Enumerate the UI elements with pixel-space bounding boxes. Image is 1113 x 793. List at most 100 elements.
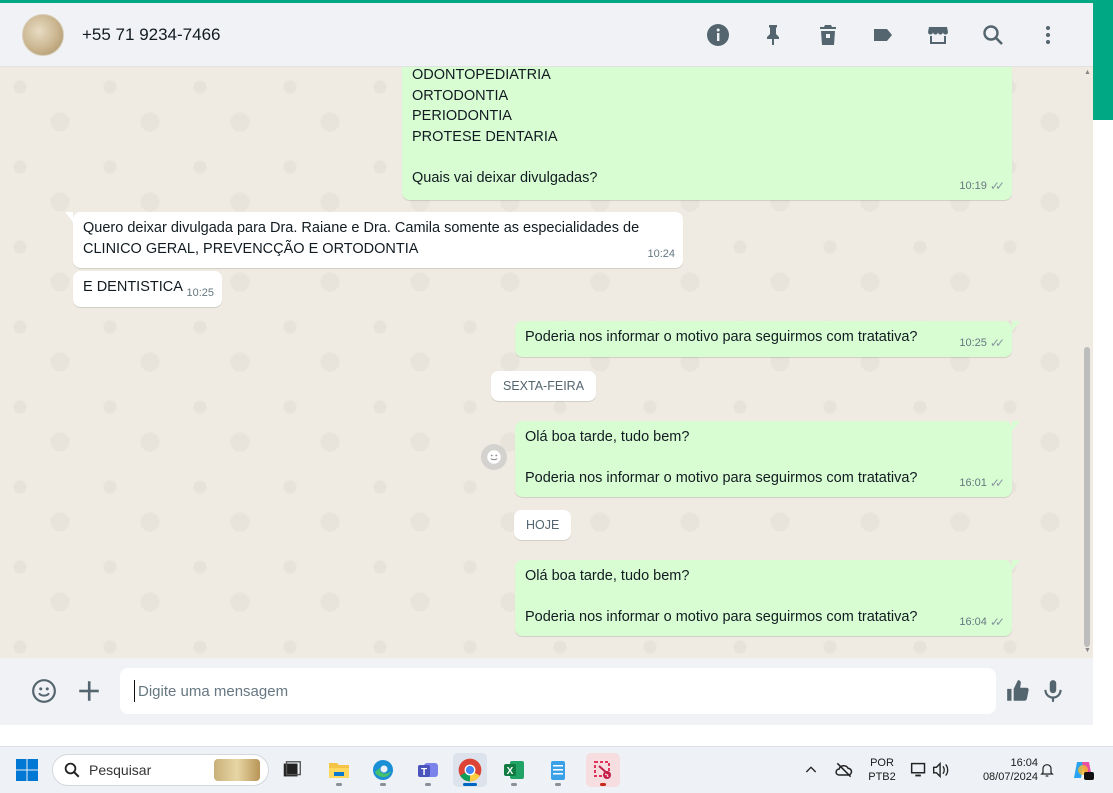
message-outgoing[interactable]: Olá boa tarde, tudo bem? Poderia nos inf…	[515, 421, 1020, 497]
date-divider: SEXTA-FEIRA	[491, 371, 597, 401]
emoji-icon[interactable]	[24, 671, 64, 711]
message-meta: 16:04 ✓✓	[959, 612, 1005, 633]
message-line: ORTODONTIA	[412, 87, 509, 104]
microphone-icon[interactable]	[1033, 671, 1073, 711]
chevron-up-icon[interactable]	[797, 755, 825, 785]
search-icon[interactable]	[965, 15, 1020, 55]
edge-browser-icon[interactable]	[366, 753, 400, 787]
read-receipt-icon: ✓✓	[989, 178, 1005, 193]
menu-icon[interactable]	[1020, 15, 1075, 55]
teams-icon[interactable]: T	[411, 753, 445, 787]
window-bottom-gap	[0, 725, 1113, 746]
message-outgoing[interactable]: ODONTOPEDIATRIA ORTODONTIA PERIODONTIA P…	[402, 67, 1012, 200]
window-side-accent	[1093, 0, 1113, 120]
delete-icon[interactable]	[800, 15, 855, 55]
read-receipt-icon: ✓✓	[989, 614, 1005, 629]
taskbar-search-label: Pesquisar	[89, 762, 152, 778]
input-language[interactable]: POR PTB2	[862, 756, 902, 784]
read-receipt-icon: ✓✓	[989, 475, 1005, 490]
bubble-tail	[1012, 321, 1020, 331]
attach-plus-icon[interactable]	[69, 671, 109, 711]
system-clock[interactable]: 16:04 08/07/2024	[962, 756, 1038, 784]
store-icon[interactable]	[910, 15, 965, 55]
label-icon[interactable]	[855, 15, 910, 55]
message-line: CLINICO GERAL, PREVENCÇÃO E ORTODONTIA	[83, 240, 419, 257]
message-time: 10:25	[959, 336, 987, 349]
message-line	[412, 147, 1002, 168]
message-meta: 10:25 ✓✓	[959, 333, 1005, 354]
message-line: Quero deixar divulgada para Dra. Raiane …	[83, 220, 640, 236]
clock-date: 08/07/2024	[982, 771, 1038, 783]
running-indicator	[555, 783, 561, 786]
running-indicator	[600, 783, 606, 786]
message-line: PERIODONTIA	[412, 108, 512, 124]
message-input[interactable]	[120, 668, 996, 714]
windows-taskbar: Pesquisar T X POR PTB2 16:04 08/07/2024	[0, 746, 1113, 793]
window-side-gap	[1093, 120, 1113, 725]
message-time: 10:24	[647, 247, 675, 260]
message-line: Poderia nos informar o motivo para segui…	[525, 609, 918, 625]
message-line: Olá boa tarde, tudo bem?	[525, 568, 690, 584]
message-meta: 16:01 ✓✓	[959, 473, 1005, 494]
date-divider: HOJE	[514, 510, 572, 540]
contact-name[interactable]: +55 71 9234-7466	[82, 25, 221, 45]
message-time: 16:04	[959, 615, 987, 628]
bubble-tail	[65, 212, 73, 222]
message-line: Poderia nos informar o motivo para segui…	[525, 470, 918, 486]
scroll-up-arrow[interactable]: ▲	[1083, 69, 1092, 77]
message-text: Poderia nos informar o motivo para segui…	[525, 329, 918, 345]
message-line: Quais vai deixar divulgadas?	[412, 169, 598, 186]
message-time: 10:19	[959, 179, 987, 192]
message-time: 10:25	[186, 286, 214, 299]
task-view-icon[interactable]	[275, 753, 309, 787]
notepad-icon[interactable]	[541, 753, 575, 787]
svg-text:X: X	[507, 766, 514, 777]
chrome-icon[interactable]	[453, 753, 487, 787]
running-indicator	[336, 783, 342, 786]
chat-panel[interactable]: ▲ ▼ ODONTOPEDIATRIA ORTODONTIA PERIODONT…	[0, 67, 1093, 658]
message-meta: 10:19 ✓✓	[959, 176, 1005, 197]
network-volume-icons[interactable]	[906, 755, 954, 785]
message-line: PROTESE DENTARIA	[412, 128, 558, 145]
message-incoming[interactable]: Quero deixar divulgada para Dra. Raiane …	[65, 212, 683, 268]
thumbs-up-icon[interactable]	[998, 671, 1038, 711]
message-line: ODONTOPEDIATRIA	[412, 67, 551, 83]
excel-icon[interactable]: X	[497, 753, 531, 787]
svg-text:T: T	[421, 767, 427, 778]
info-icon[interactable]	[690, 15, 745, 55]
message-incoming[interactable]: E DENTISTICA 10:25	[73, 271, 222, 307]
cloud-sync-icon[interactable]	[830, 755, 858, 785]
bubble-tail	[1012, 421, 1020, 431]
chat-header: +55 71 9234-7466	[0, 3, 1093, 67]
file-explorer-icon[interactable]	[322, 753, 356, 787]
pin-icon[interactable]	[745, 15, 800, 55]
running-indicator	[511, 783, 517, 786]
message-line-spacer	[525, 448, 1002, 469]
snipping-tool-icon[interactable]	[586, 753, 620, 787]
search-highlight-image	[214, 759, 260, 781]
read-receipt-icon: ✓✓	[989, 335, 1005, 350]
language-code: POR	[870, 757, 894, 769]
running-indicator	[425, 783, 431, 786]
taskbar-search[interactable]: Pesquisar	[52, 754, 269, 786]
copilot-icon[interactable]	[1066, 753, 1100, 787]
message-line: Olá boa tarde, tudo bem?	[525, 429, 690, 445]
message-composer	[0, 658, 1093, 725]
notification-bell-icon[interactable]	[1034, 755, 1060, 785]
chat-scrollbar[interactable]	[1084, 347, 1090, 647]
message-outgoing[interactable]: Olá boa tarde, tudo bem? Poderia nos inf…	[515, 560, 1020, 636]
avatar[interactable]	[22, 13, 64, 56]
emoji-reaction-icon[interactable]	[481, 444, 507, 470]
header-actions	[690, 15, 1075, 55]
message-line-spacer	[525, 587, 1002, 608]
running-indicator	[380, 783, 386, 786]
message-outgoing[interactable]: Poderia nos informar o motivo para segui…	[515, 321, 1020, 357]
text-caret	[134, 680, 135, 702]
windows-start-icon[interactable]	[10, 753, 44, 787]
bubble-tail	[1012, 560, 1020, 570]
search-icon	[64, 762, 80, 778]
active-indicator	[463, 783, 477, 786]
scroll-down-arrow[interactable]: ▼	[1083, 647, 1092, 655]
keyboard-layout: PTB2	[868, 771, 896, 783]
clock-time: 16:04	[1010, 757, 1038, 769]
